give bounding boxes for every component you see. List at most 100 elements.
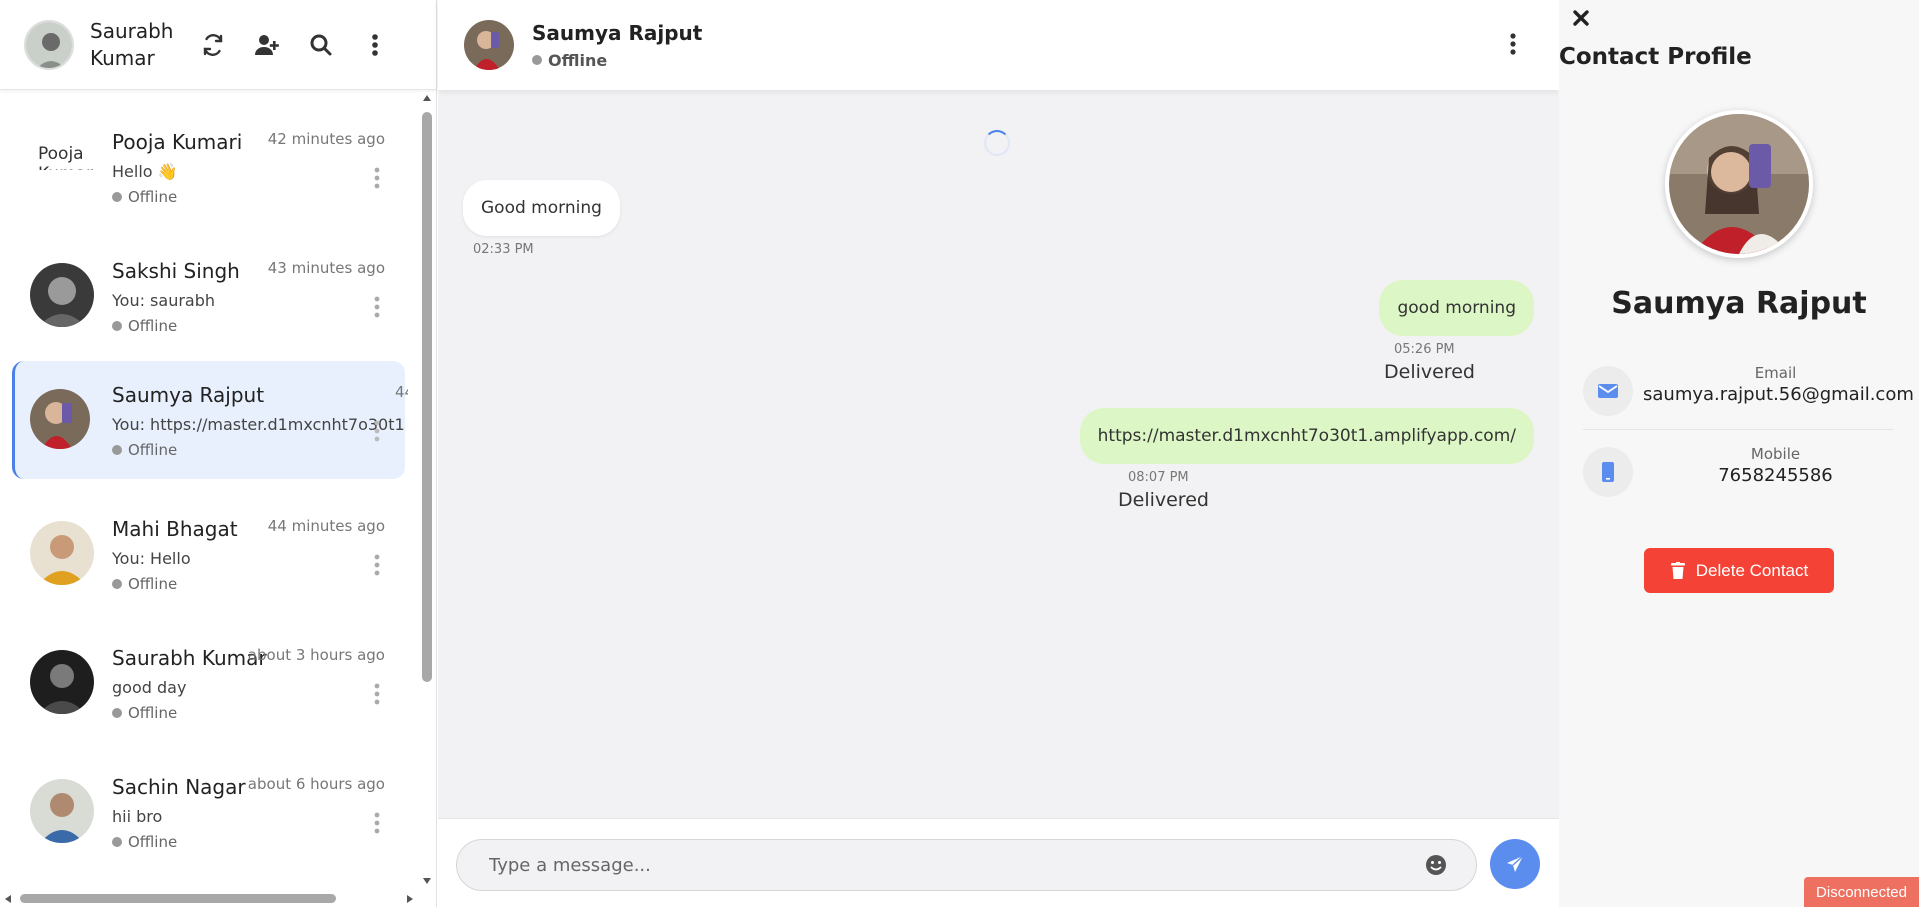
contact-item[interactable]: Saurabh Kumar about 3 hours ago good day… bbox=[12, 624, 405, 742]
contact-menu-icon[interactable] bbox=[368, 419, 386, 443]
profile-mobile-row: Mobile 7658245586 bbox=[1583, 441, 1893, 511]
contact-list: PoojaKumari Pooja Kumari 42 minutes ago … bbox=[0, 92, 418, 892]
contact-name: Sakshi Singh bbox=[112, 259, 240, 283]
contact-menu-icon[interactable] bbox=[368, 166, 386, 190]
message-time: 08:07 PM bbox=[1128, 470, 1189, 485]
more-vertical-icon[interactable] bbox=[362, 32, 388, 58]
contact-avatar: PoojaKumari bbox=[30, 134, 94, 198]
message-bubble-outgoing[interactable]: good morning bbox=[1379, 280, 1534, 336]
horizontal-scroll-thumb[interactable] bbox=[20, 894, 336, 903]
status-text: Offline bbox=[128, 188, 178, 206]
status-text: Offline bbox=[548, 50, 608, 70]
refresh-icon[interactable] bbox=[200, 32, 226, 58]
status-text: Offline bbox=[128, 833, 178, 851]
chat-header: Saumya Rajput Offline bbox=[438, 0, 1559, 90]
contact-avatar bbox=[30, 521, 94, 585]
status-dot bbox=[112, 579, 122, 589]
delete-contact-label: Delete Contact bbox=[1695, 560, 1809, 580]
contact-menu-icon[interactable] bbox=[368, 553, 386, 577]
contact-time: 42 minutes ago bbox=[267, 130, 385, 148]
contact-item[interactable]: Mahi Bhagat 44 minutes ago You: Hello Of… bbox=[12, 495, 405, 613]
message-bubble-outgoing[interactable]: https://master.d1mxcnht7o30t1.amplifyapp… bbox=[1079, 408, 1534, 464]
contact-name: Mahi Bhagat bbox=[112, 517, 238, 541]
sidebar: Saurabh Kumar PoojaKumari Pooja Kumari 4… bbox=[0, 0, 437, 907]
contact-last-message: You: https://master.d1mxcnht7o30t1.ampli… bbox=[112, 415, 405, 434]
contact-item-active[interactable]: Saumya Rajput 44 minutes ago You: https:… bbox=[12, 361, 408, 479]
status-text: Offline bbox=[128, 441, 178, 459]
email-icon bbox=[1583, 366, 1633, 416]
contact-time: 43 minutes ago bbox=[267, 259, 385, 277]
contact-last-message: You: saurabh bbox=[112, 291, 216, 310]
loading-spinner-icon bbox=[984, 130, 1010, 156]
message-input[interactable] bbox=[456, 839, 1477, 891]
emoji-icon[interactable] bbox=[1424, 853, 1448, 877]
contact-item[interactable]: Sakshi Singh 43 minutes ago You: saurabh… bbox=[12, 237, 405, 355]
contact-name: Pooja Kumari bbox=[112, 130, 243, 154]
contact-menu-icon[interactable] bbox=[368, 295, 386, 319]
contact-name: Sachin Nagar bbox=[112, 775, 246, 799]
vertical-scrollbar[interactable] bbox=[418, 92, 436, 887]
profile-avatar bbox=[1665, 110, 1813, 258]
search-icon[interactable] bbox=[308, 32, 334, 58]
contact-status: Offline bbox=[112, 441, 177, 459]
contact-menu-icon[interactable] bbox=[368, 811, 386, 835]
send-button[interactable] bbox=[1490, 839, 1540, 889]
status-dot bbox=[112, 192, 122, 202]
contact-name: Saurabh Kumar bbox=[112, 646, 267, 670]
mobile-value[interactable]: 7658245586 bbox=[1643, 465, 1908, 486]
scroll-down-arrow-icon[interactable] bbox=[422, 877, 432, 885]
add-user-icon[interactable] bbox=[254, 32, 280, 58]
status-text: Offline bbox=[128, 575, 178, 593]
contact-avatar bbox=[30, 650, 94, 714]
delivery-receipt: Delivered bbox=[1118, 489, 1209, 511]
contact-status: Offline bbox=[112, 704, 177, 722]
contact-last-message: good day bbox=[112, 678, 187, 697]
chat-panel: Saumya Rajput Offline Good morning 02:33… bbox=[438, 0, 1559, 907]
horizontal-scrollbar[interactable] bbox=[0, 890, 418, 907]
chat-more-vertical-icon[interactable] bbox=[1509, 32, 1517, 60]
broken-avatar-image: PoojaKumari bbox=[38, 144, 94, 170]
delivery-receipt: Delivered bbox=[1384, 361, 1475, 383]
delete-contact-button[interactable]: Delete Contact bbox=[1644, 548, 1834, 593]
status-dot bbox=[112, 708, 122, 718]
my-avatar[interactable] bbox=[24, 19, 74, 70]
contact-menu-icon[interactable] bbox=[368, 682, 386, 706]
vertical-scroll-thumb[interactable] bbox=[422, 112, 432, 682]
message-bubble-incoming[interactable]: Good morning bbox=[463, 180, 620, 236]
scroll-up-arrow-icon[interactable] bbox=[422, 94, 432, 102]
message-time: 05:26 PM bbox=[1394, 342, 1455, 357]
contact-status: Offline bbox=[112, 188, 177, 206]
connection-status-badge: Disconnected bbox=[1804, 877, 1919, 907]
close-icon[interactable] bbox=[1571, 8, 1593, 30]
contact-time: about 3 hours ago bbox=[247, 646, 385, 664]
scroll-right-arrow-icon[interactable] bbox=[406, 894, 414, 904]
profile-title: Contact Profile bbox=[1559, 44, 1752, 70]
contact-item[interactable]: PoojaKumari Pooja Kumari 42 minutes ago … bbox=[12, 108, 405, 226]
contact-profile-panel: Contact Profile Saumya Rajput Email saum… bbox=[1559, 0, 1919, 907]
send-icon bbox=[1507, 855, 1524, 872]
contact-avatar bbox=[30, 779, 94, 843]
my-name: Saurabh Kumar bbox=[90, 18, 174, 70]
contact-time: 44 minutes ago bbox=[267, 517, 385, 535]
contact-item[interactable]: Sachin Nagar about 6 hours ago hii bro O… bbox=[12, 753, 405, 871]
status-dot bbox=[112, 837, 122, 847]
status-text: Offline bbox=[128, 704, 178, 722]
profile-email-row: Email saumya.rajput.56@gmail.com bbox=[1583, 360, 1914, 430]
contact-avatar bbox=[30, 263, 94, 327]
contact-status: Offline bbox=[112, 833, 177, 851]
chat-contact-name: Saumya Rajput bbox=[532, 20, 703, 45]
message-time: 02:33 PM bbox=[473, 242, 534, 257]
scroll-left-arrow-icon[interactable] bbox=[4, 894, 12, 904]
contact-status: Offline bbox=[112, 317, 177, 335]
trash-icon bbox=[1670, 561, 1685, 579]
status-dot bbox=[112, 445, 122, 455]
contact-last-message: You: Hello bbox=[112, 549, 191, 568]
mobile-label: Mobile bbox=[1750, 445, 1801, 463]
profile-name: Saumya Rajput bbox=[1611, 286, 1867, 321]
status-text: Offline bbox=[128, 317, 178, 335]
email-value[interactable]: saumya.rajput.56@gmail.com bbox=[1643, 384, 1914, 405]
chat-contact-avatar[interactable] bbox=[464, 20, 514, 70]
chat-contact-status: Offline bbox=[532, 51, 702, 70]
contact-time: 44 minutes ago bbox=[395, 383, 408, 401]
contact-status: Offline bbox=[112, 575, 177, 593]
